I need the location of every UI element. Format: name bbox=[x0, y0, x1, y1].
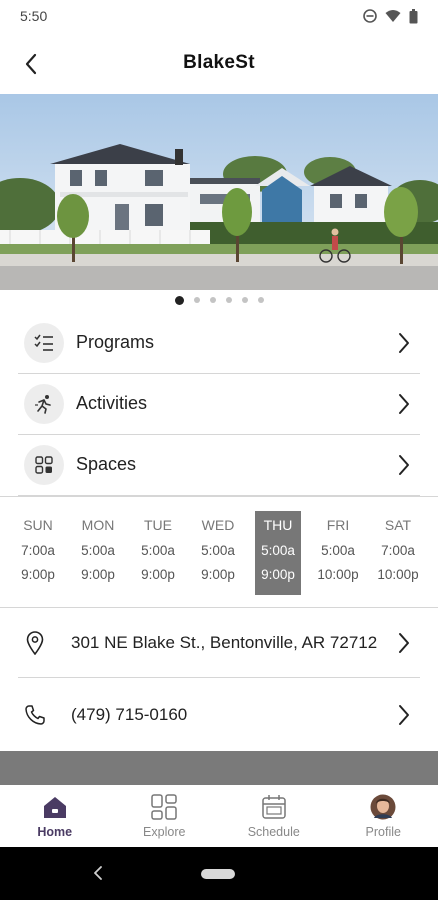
tab-explore[interactable]: Explore bbox=[110, 785, 220, 847]
carousel-dots[interactable] bbox=[0, 293, 438, 307]
day-column-mon: MON 5:00a 9:00p bbox=[75, 511, 121, 595]
home-icon bbox=[42, 794, 68, 820]
day-column-tue: TUE 5:00a 9:00p bbox=[135, 511, 181, 595]
menu-item-label: Programs bbox=[76, 332, 155, 352]
tab-label: Profile bbox=[365, 825, 401, 839]
carousel-dot[interactable] bbox=[193, 297, 200, 303]
day-column-sat: SAT 7:00a 10:00p bbox=[375, 511, 421, 595]
day-column-fri: FRI 5:00a 10:00p bbox=[315, 511, 361, 595]
day-name: TUE bbox=[144, 517, 172, 533]
day-column-sun: SUN 7:00a 9:00p bbox=[15, 511, 61, 595]
carousel-dot[interactable] bbox=[241, 297, 248, 303]
system-nav-bar bbox=[0, 847, 438, 900]
menu-item-programs[interactable]: Programs bbox=[18, 312, 420, 374]
do-not-disturb-icon bbox=[363, 9, 377, 23]
avatar bbox=[370, 794, 396, 820]
app-header: BlakeSt bbox=[0, 32, 438, 94]
tab-schedule[interactable]: Schedule bbox=[219, 785, 329, 847]
gray-divider-band bbox=[0, 751, 438, 785]
tab-label: Home bbox=[37, 825, 73, 839]
phone-icon bbox=[18, 704, 52, 726]
menu-item-label: Spaces bbox=[76, 454, 137, 474]
day-name: SAT bbox=[384, 517, 412, 533]
hero-image[interactable] bbox=[0, 94, 438, 290]
location-pin-icon bbox=[18, 630, 52, 655]
page-title: BlakeSt bbox=[183, 52, 255, 73]
phone-text: (479) 715-0160 bbox=[71, 705, 188, 724]
close-time: 10:00p bbox=[377, 567, 419, 582]
tab-label: Schedule bbox=[247, 825, 300, 839]
chevron-right-icon bbox=[394, 392, 414, 416]
tab-profile[interactable]: Profile bbox=[329, 785, 438, 847]
menu-item-spaces[interactable]: Spaces bbox=[18, 434, 420, 496]
open-time: 5:00a bbox=[141, 543, 175, 558]
open-time: 5:00a bbox=[321, 543, 355, 558]
open-time: 5:00a bbox=[81, 543, 115, 558]
tab-label: Explore bbox=[143, 825, 186, 839]
close-time: 9:00p bbox=[21, 567, 55, 582]
carousel-dot[interactable] bbox=[209, 297, 216, 303]
close-time: 9:00p bbox=[141, 567, 175, 582]
explore-grid-icon bbox=[151, 794, 177, 820]
carousel-dot-active[interactable] bbox=[174, 295, 184, 305]
building-photo bbox=[0, 94, 438, 290]
checklist-icon bbox=[24, 322, 64, 363]
system-home-pill[interactable] bbox=[201, 869, 235, 879]
status-time: 5:50 bbox=[20, 8, 48, 24]
bottom-nav: Home Explore Schedule Profile bbox=[0, 785, 438, 847]
open-time: 5:00a bbox=[261, 543, 295, 558]
chevron-right-icon bbox=[394, 703, 414, 727]
day-name: MON bbox=[81, 517, 115, 533]
grid-squares-icon bbox=[24, 444, 64, 485]
open-time: 5:00a bbox=[201, 543, 235, 558]
carousel-dot[interactable] bbox=[257, 297, 264, 303]
address-row[interactable]: 301 NE Blake St., Bentonville, AR 72712 bbox=[18, 608, 420, 678]
day-column-wed: WED 5:00a 9:00p bbox=[195, 511, 241, 595]
day-name: WED bbox=[201, 517, 235, 533]
system-back-icon[interactable] bbox=[88, 861, 108, 885]
running-person-icon bbox=[24, 383, 64, 424]
open-time: 7:00a bbox=[21, 543, 55, 558]
day-name: FRI bbox=[326, 517, 350, 533]
close-time: 9:00p bbox=[81, 567, 115, 582]
chevron-right-icon bbox=[394, 453, 414, 477]
carousel-dot[interactable] bbox=[225, 297, 232, 303]
day-name: SUN bbox=[23, 517, 53, 533]
day-column-thu-today: THU 5:00a 9:00p bbox=[255, 511, 301, 595]
calendar-icon bbox=[261, 794, 287, 820]
status-bar: 5:50 bbox=[0, 0, 438, 32]
address-text: 301 NE Blake St., Bentonville, AR 72712 bbox=[71, 632, 378, 652]
close-time: 9:00p bbox=[261, 567, 295, 582]
day-name: THU bbox=[263, 517, 293, 533]
menu-item-activities[interactable]: Activities bbox=[18, 373, 420, 435]
back-button[interactable] bbox=[14, 47, 48, 81]
tab-home[interactable]: Home bbox=[0, 785, 110, 847]
close-time: 9:00p bbox=[201, 567, 235, 582]
close-time: 10:00p bbox=[317, 567, 359, 582]
open-time: 7:00a bbox=[381, 543, 415, 558]
phone-row[interactable]: (479) 715-0160 bbox=[18, 680, 420, 750]
chevron-right-icon bbox=[394, 631, 414, 655]
status-icons bbox=[363, 8, 418, 24]
hours-table: SUN 7:00a 9:00p MON 5:00a 9:00p TUE 5:00… bbox=[0, 496, 438, 608]
chevron-right-icon bbox=[394, 331, 414, 355]
wifi-icon bbox=[385, 10, 401, 22]
chevron-left-icon bbox=[25, 53, 37, 75]
battery-icon bbox=[409, 8, 418, 23]
menu-item-label: Activities bbox=[76, 393, 148, 413]
